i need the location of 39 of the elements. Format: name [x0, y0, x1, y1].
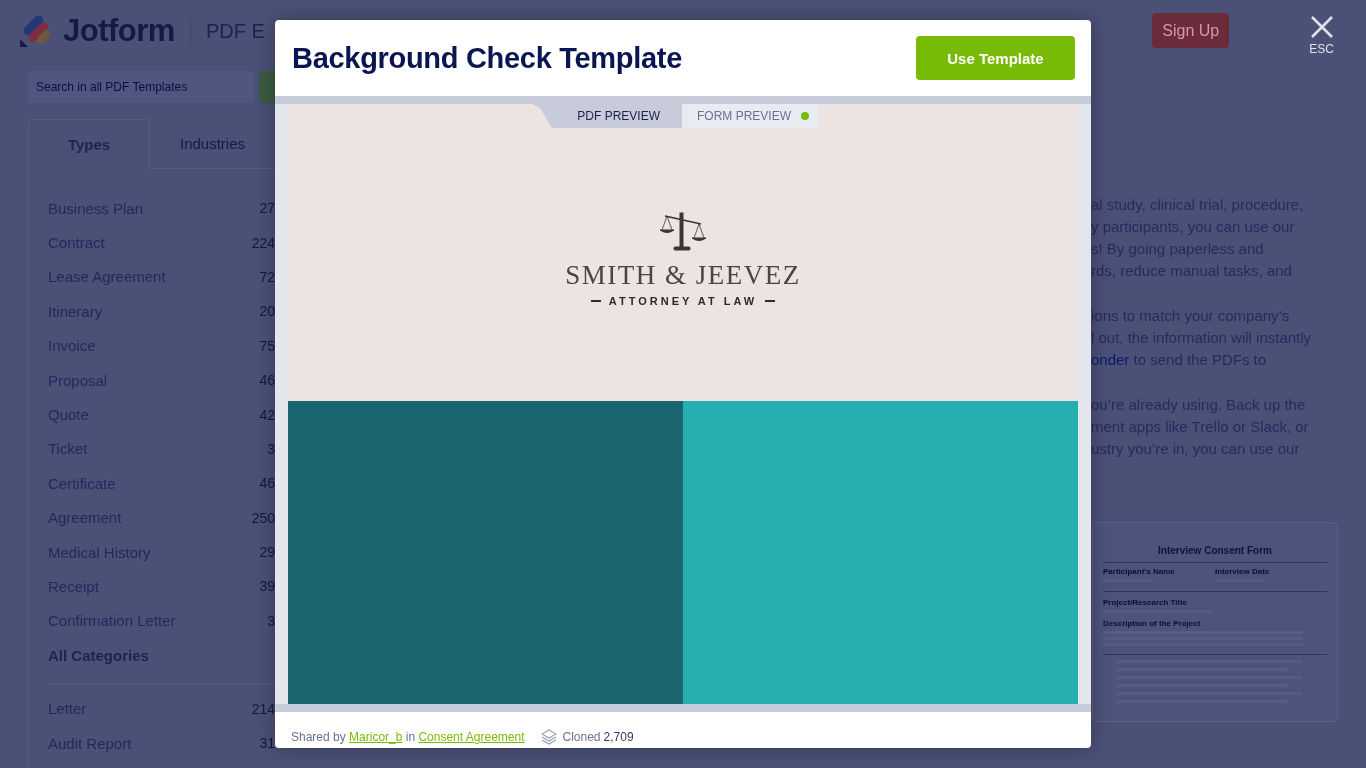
author-link[interactable]: Maricor_b [349, 730, 403, 744]
esc-label: ESC [1309, 41, 1334, 56]
firm-tagline: ATTORNEY AT LAW [608, 295, 758, 307]
status-dot-icon [801, 112, 809, 120]
form-title: Interview Consent Form [1157, 545, 1273, 556]
logo-text[interactable]: Jotform [63, 13, 175, 49]
preview-tab[interactable]: PDF PREVIEW [532, 104, 682, 128]
section-label: Project/Research Title [1103, 598, 1188, 607]
use-template-button[interactable]: Use Template [916, 36, 1075, 80]
template-count: 214 [251, 700, 275, 717]
field-label: Participant's Name [1103, 567, 1176, 576]
template-count: 31 [259, 735, 275, 752]
layers-icon [540, 729, 557, 745]
template-count: 39 [259, 578, 275, 595]
template-count: 27 [259, 200, 275, 217]
template-count: 46 [259, 475, 275, 492]
template-count: 29 [259, 544, 275, 561]
scales-icon [659, 210, 707, 252]
category-link[interactable]: Consent Agreement [418, 730, 525, 744]
sign-up-button[interactable]: Sign Up [1152, 13, 1230, 48]
preview-tab[interactable]: FORM PREVIEW [682, 104, 819, 128]
section-label: Description of the Project [1103, 619, 1202, 628]
template-count: 72 [259, 268, 275, 285]
template-count: 250 [251, 509, 275, 526]
search-field[interactable]: Search in all PDF Templates [28, 71, 254, 103]
text-link[interactable]: onder [1091, 351, 1130, 368]
template-count: 20 [259, 303, 275, 320]
cloned-label: Cloned [562, 730, 601, 744]
template-count: 42 [259, 406, 275, 423]
template-count: 46 [259, 372, 275, 389]
template-count: 224 [251, 234, 275, 251]
close-icon[interactable] [1309, 14, 1334, 39]
template-count: 75 [259, 337, 275, 354]
shared-by-text: Shared by Maricor_b in Consent Agreement [291, 730, 525, 744]
cloned-count: 2,709 [603, 730, 634, 744]
logo-icon [20, 15, 50, 47]
firm-name: SMITH & JEEVEZ [565, 260, 801, 291]
field-label: Interview Date [1215, 567, 1271, 576]
modal-title: Background Check Template [292, 41, 682, 75]
